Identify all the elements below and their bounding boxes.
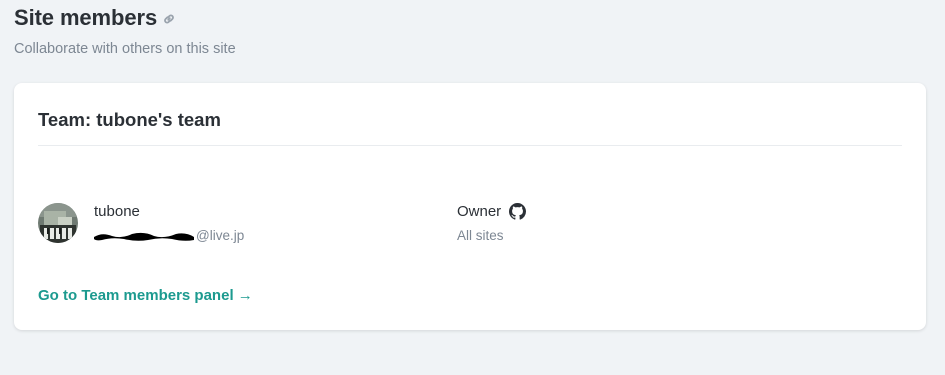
email-domain: @live.jp bbox=[196, 228, 245, 243]
link-icon[interactable] bbox=[162, 12, 176, 26]
github-icon bbox=[509, 203, 527, 220]
team-card: Team: tubone's team tubone @live.jp Owne… bbox=[14, 83, 926, 330]
member-role: Owner bbox=[457, 203, 502, 220]
member-name: tubone bbox=[94, 203, 140, 220]
redaction-mark bbox=[94, 232, 194, 241]
page-subtitle: Collaborate with others on this site bbox=[14, 41, 236, 57]
role-row: Owner bbox=[457, 203, 527, 220]
title-row: Site members bbox=[14, 4, 236, 32]
member-access: All sites bbox=[457, 228, 504, 243]
page-title: Site members bbox=[14, 5, 158, 30]
team-members-panel-link[interactable]: Go to Team members panel → bbox=[38, 287, 253, 304]
avatar[interactable] bbox=[38, 203, 78, 243]
divider bbox=[38, 145, 902, 146]
page-header: Site members Collaborate with others on … bbox=[14, 4, 236, 57]
team-title: Team: tubone's team bbox=[38, 109, 221, 130]
